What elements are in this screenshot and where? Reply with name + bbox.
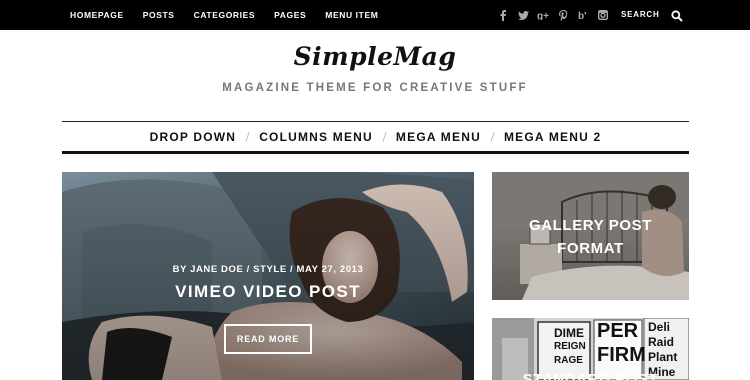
gallery-post-title[interactable]: GALLERY POST FORMAT (492, 214, 689, 260)
standard-post-card[interactable]: DIME REIGN RAGE PER FIRM Deli Raid Plant… (492, 318, 689, 380)
read-more-button[interactable]: READ MORE (224, 324, 312, 354)
sign-text-2: REIGN (554, 341, 586, 352)
nav-separator (490, 131, 495, 142)
top-nav-categories[interactable]: CATEGORIES (194, 10, 256, 20)
top-nav-menu-item[interactable]: MENU ITEM (325, 10, 378, 20)
pinterest-icon[interactable] (553, 0, 573, 30)
post-title[interactable]: VIMEO VIDEO POST (62, 282, 474, 302)
top-nav: HOMEPAGE POSTS CATEGORIES PAGES MENU ITE… (70, 0, 397, 30)
top-nav-pages[interactable]: PAGES (274, 10, 306, 20)
featured-post[interactable]: BY JANE DOE / STYLE / MAY 27, 2013 VIMEO… (62, 172, 474, 380)
sign-text-7: Raid (648, 335, 675, 349)
behance-icon[interactable]: b' (573, 0, 593, 30)
site-tagline: MAGAZINE THEME FOR CREATIVE STUFF (222, 82, 528, 94)
main-nav-mega-menu[interactable]: MEGA MENU (396, 130, 481, 144)
twitter-icon[interactable] (513, 0, 533, 30)
main-nav: DROP DOWN COLUMNS MENU MEGA MENU MEGA ME… (62, 122, 689, 151)
search-label[interactable]: SEARCH (621, 10, 660, 19)
main-nav-mega-menu-2[interactable]: MEGA MENU 2 (504, 130, 601, 144)
svg-text:g+: g+ (537, 11, 549, 20)
gallery-post-card[interactable]: GALLERY POST FORMAT (492, 172, 689, 300)
sign-text-3: RAGE (554, 355, 583, 366)
top-nav-posts[interactable]: POSTS (143, 10, 175, 20)
svg-text:b': b' (578, 11, 587, 20)
search-icon[interactable] (671, 9, 683, 22)
post-meta: BY JANE DOE / STYLE / MAY 27, 2013 (172, 264, 364, 275)
sign-text-6: Deli (648, 320, 671, 334)
google-plus-icon[interactable]: g+ (533, 0, 553, 30)
social-links: g+ b' (493, 0, 613, 30)
instagram-icon[interactable] (593, 0, 613, 30)
top-bar: HOMEPAGE POSTS CATEGORIES PAGES MENU ITE… (0, 0, 750, 30)
sign-text-5: FIRM (597, 344, 646, 366)
main-nav-drop-down[interactable]: DROP DOWN (150, 130, 237, 144)
top-nav-homepage[interactable]: HOMEPAGE (70, 10, 124, 20)
sign-text-4: PER (597, 320, 639, 342)
gallery-post-title-line1: GALLERY POST (528, 217, 653, 234)
facebook-icon[interactable] (493, 0, 513, 30)
gallery-post-title-line2: FORMAT (557, 240, 624, 257)
standard-post-title[interactable]: STANDARD POST (492, 371, 689, 380)
nav-separator (382, 131, 387, 142)
sign-text-8: Plant (648, 350, 678, 364)
sign-text-1: DIME (554, 326, 584, 340)
site-logo[interactable]: SimpleMag (0, 42, 750, 71)
nav-rule-bottom (62, 151, 689, 154)
nav-separator (245, 131, 250, 142)
main-nav-columns-menu[interactable]: COLUMNS MENU (259, 130, 373, 144)
